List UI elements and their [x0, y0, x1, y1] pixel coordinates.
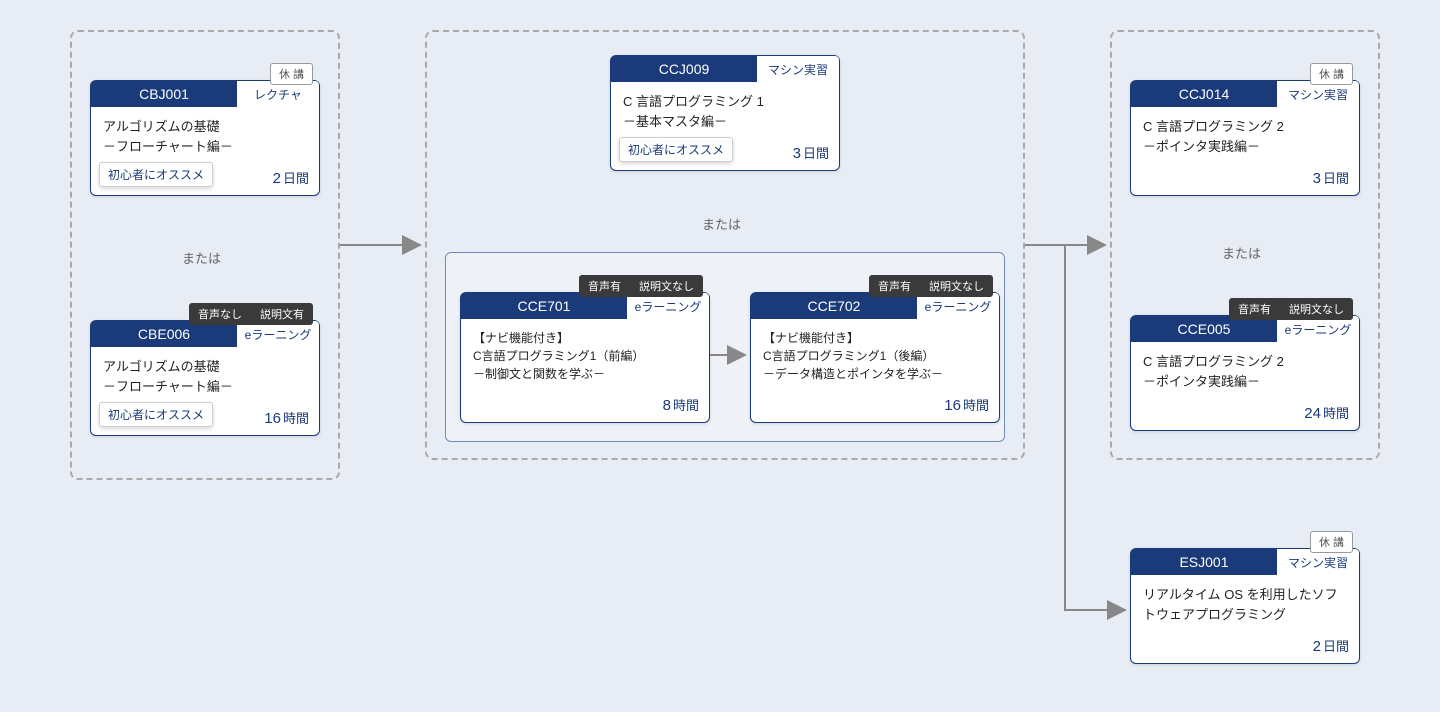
course-duration: 16時間 [944, 395, 989, 414]
course-title: C 言語プログラミング 2 －ポインタ実践編－ [1131, 107, 1359, 164]
course-duration: 16時間 [264, 408, 309, 427]
course-title: C 言語プログラミング 2 －ポインタ実践編－ [1131, 342, 1359, 399]
card-ccj014[interactable]: 休 講 CCJ014 マシン実習 C 言語プログラミング 2 －ポインタ実践編－… [1130, 80, 1360, 196]
course-duration: 24時間 [1304, 403, 1349, 422]
course-code: CCJ009 [611, 56, 757, 82]
card-cbj001[interactable]: 休 講 CBJ001 レクチャ アルゴリズムの基礎 －フローチャート編－ 2日間… [90, 80, 320, 196]
card-cce702[interactable]: 音声有説明文なし CCE702 eラーニング 【ナビ機能付き】 C言語プログラミ… [750, 292, 1000, 423]
course-duration: 3日間 [1313, 168, 1349, 187]
card-cce701[interactable]: 音声有説明文なし CCE701 eラーニング 【ナビ機能付き】 C言語プログラミ… [460, 292, 710, 423]
badge-audio-desc: 音声有説明文なし [579, 275, 703, 297]
recommended-badge: 初心者にオススメ [99, 402, 213, 427]
card-cce005[interactable]: 音声有説明文なし CCE005 eラーニング C 言語プログラミング 2 －ポイ… [1130, 315, 1360, 431]
course-title: アルゴリズムの基礎 －フローチャート編－ [91, 347, 319, 404]
course-type: マシン実習 [757, 56, 839, 82]
course-duration: 2日間 [1313, 636, 1349, 655]
recommended-badge: 初心者にオススメ [619, 137, 733, 162]
or-label: または [182, 248, 221, 267]
course-duration: 3日間 [793, 143, 829, 162]
badge-suspended: 休 講 [1310, 531, 1353, 553]
course-duration: 8時間 [663, 395, 699, 414]
badge-suspended: 休 講 [1310, 63, 1353, 85]
or-label: または [1222, 243, 1261, 262]
badge-audio-desc: 音声なし説明文有 [189, 303, 313, 325]
card-esj001[interactable]: 休 講 ESJ001 マシン実習 リアルタイム OS を利用したソフトウェアプロ… [1130, 548, 1360, 664]
badge-audio-desc: 音声有説明文なし [869, 275, 993, 297]
course-title: アルゴリズムの基礎 －フローチャート編－ [91, 107, 319, 164]
badge-audio-desc: 音声有説明文なし [1229, 298, 1353, 320]
course-duration: 2日間 [273, 168, 309, 187]
card-ccj009[interactable]: CCJ009 マシン実習 C 言語プログラミング 1 －基本マスタ編－ 3日間 … [610, 55, 840, 171]
course-title: 【ナビ機能付き】 C言語プログラミング1（後編） －データ構造とポインタを学ぶ－ [751, 319, 999, 391]
recommended-badge: 初心者にオススメ [99, 162, 213, 187]
or-label: または [702, 214, 741, 233]
course-title: C 言語プログラミング 1 －基本マスタ編－ [611, 82, 839, 139]
badge-suspended: 休 講 [270, 63, 313, 85]
course-code: ESJ001 [1131, 549, 1277, 575]
course-code: CCJ014 [1131, 81, 1277, 107]
card-cbe006[interactable]: 音声なし説明文有 CBE006 eラーニング アルゴリズムの基礎 －フローチャー… [90, 320, 320, 436]
course-code: CBJ001 [91, 81, 237, 107]
course-title: リアルタイム OS を利用したソフトウェアプログラミング [1131, 575, 1359, 632]
course-title: 【ナビ機能付き】 C言語プログラミング1（前編） －制御文と関数を学ぶ－ [461, 319, 709, 391]
